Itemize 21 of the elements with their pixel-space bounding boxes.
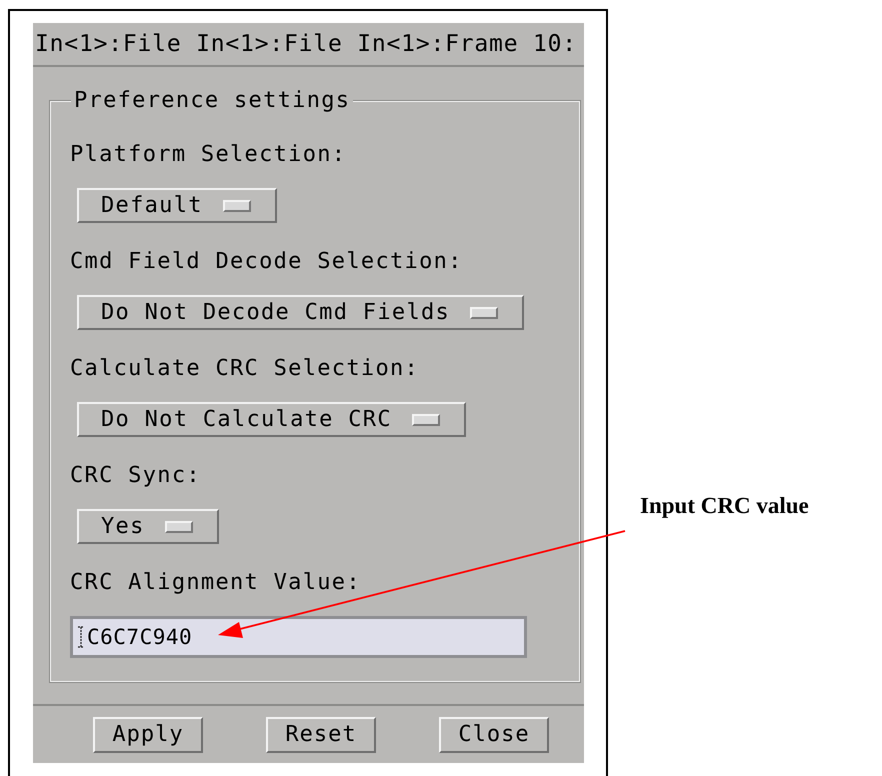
setting-label: Cmd Field Decode Selection:: [70, 249, 463, 276]
setting-label: CRC Sync:: [70, 463, 201, 490]
option-menu[interactable]: Yes: [77, 509, 219, 544]
dialog-button[interactable]: Close: [439, 716, 549, 752]
dialog-button[interactable]: Reset: [266, 716, 376, 752]
option-indicator-icon: [164, 520, 193, 532]
setting-label: Platform Selection:: [70, 142, 346, 169]
setting-label: CRC Alignment Value:: [70, 570, 361, 597]
option-menu[interactable]: Default: [77, 188, 277, 223]
input-field[interactable]: C6C7C940: [70, 616, 527, 658]
option-indicator-icon: [470, 306, 498, 318]
setting-label: Calculate CRC Selection:: [70, 356, 420, 383]
option-menu[interactable]: Do Not Calculate CRC: [77, 402, 466, 437]
window-title: In<1>:File In<1>:File In<1>:Frame 10:: [34, 31, 577, 57]
annotation-text: Input CRC value: [640, 493, 809, 519]
option-menu[interactable]: Do Not Decode Cmd Fields: [77, 295, 524, 330]
option-indicator-icon: [222, 200, 251, 212]
dialog-button[interactable]: Apply: [93, 716, 203, 752]
text-cursor-icon: [78, 626, 84, 648]
option-indicator-icon: [412, 414, 440, 426]
group-title: Preference settings: [71, 88, 354, 113]
